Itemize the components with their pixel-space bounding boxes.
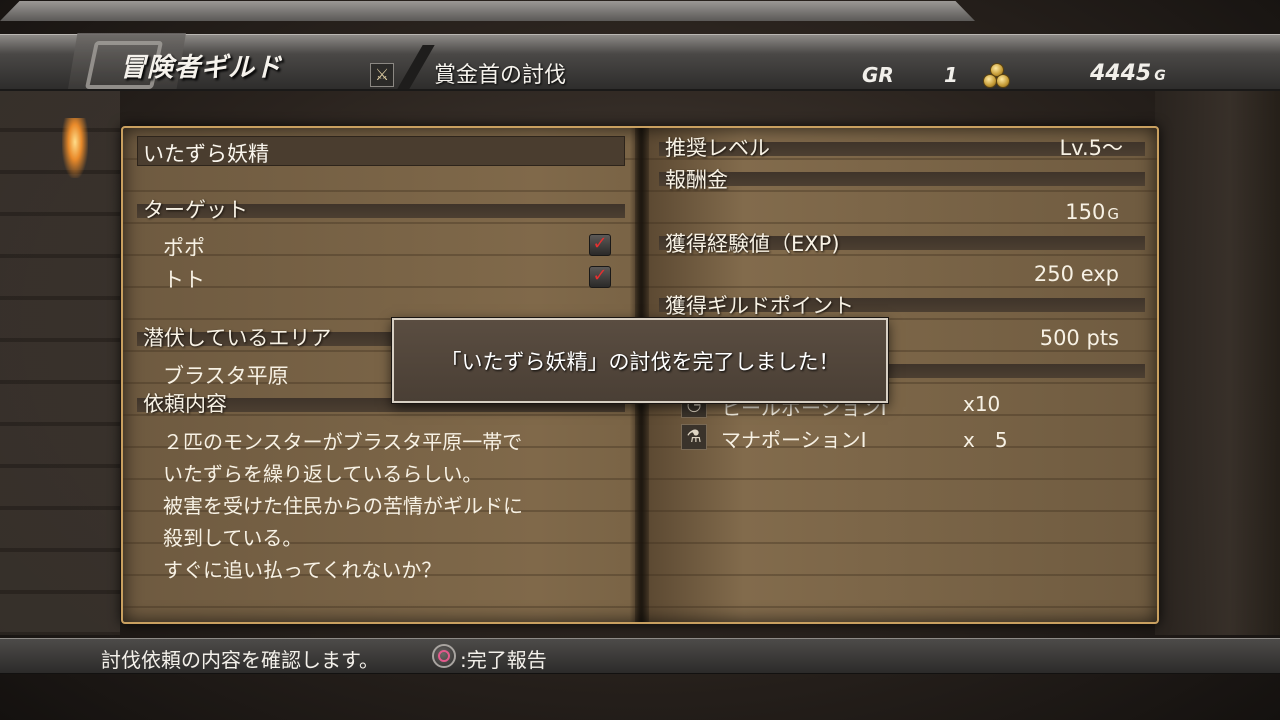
guild-points-label: 獲得ギルドポイント — [665, 294, 854, 318]
money-amount: 4445 — [1090, 61, 1152, 86]
guild-points-unit: pts — [1086, 326, 1119, 350]
request-text-line: 殺到している。 — [163, 526, 303, 550]
quest-category: 賞金首の討伐 — [434, 63, 567, 88]
completion-message: 「いたずら妖精」の討伐を完了しました！ — [440, 350, 840, 374]
coins-icon — [983, 63, 1010, 89]
header-bar: 冒険者ギルド ⚔ 賞金首の討伐 GR 1 4445 G — [0, 1, 1280, 91]
money-display: 4445 G — [1090, 61, 1166, 86]
background-wall-left — [0, 90, 120, 635]
checkmark-icon: ✓ — [589, 234, 611, 256]
request-text-line: 被害を受けた住民からの苦情がギルドに — [163, 494, 523, 518]
background-wall-right — [1155, 90, 1280, 635]
reward-money-amount: 150 — [1065, 200, 1106, 224]
complete-report-action[interactable]: :完了報告 — [460, 644, 547, 673]
exp-amount: 250 — [1033, 262, 1074, 286]
money-unit: G — [1154, 68, 1166, 84]
reward-item-name: マナポーションⅠ — [721, 428, 867, 452]
area-value: ブラスタ平原 — [163, 364, 289, 388]
reward-section-bar — [659, 172, 1145, 186]
guild-rank-value: 1 — [944, 63, 958, 87]
request-text-line: すぐに追い払ってくれないか？ — [163, 558, 442, 582]
request-text-line: ２匹のモンスターがブラスタ平原一帯で — [163, 430, 523, 454]
circle-button-icon[interactable] — [432, 644, 456, 668]
exp-label: 獲得経験値（EXP) — [665, 232, 840, 256]
flask-icon: ⚗ — [681, 424, 707, 450]
target-row: ポポ — [163, 236, 205, 260]
reward-money-value: 150 G — [1065, 200, 1119, 224]
recommended-level-value: Lv.5～ — [1059, 136, 1123, 160]
completion-dialog[interactable]: 「いたずら妖精」の討伐を完了しました！ — [392, 318, 888, 403]
footer-bar: 討伐依頼の内容を確認します。 :完了報告 — [0, 638, 1280, 674]
guild-points-amount: 500 — [1039, 326, 1080, 350]
header-divider — [397, 45, 435, 89]
target-label: ターゲット — [143, 198, 248, 222]
request-label: 依頼内容 — [143, 392, 227, 416]
quest-name: いたずら妖精 — [143, 142, 269, 166]
reward-money-unit: G — [1107, 205, 1119, 223]
reward-item-qty: x10 — [963, 392, 1001, 416]
sword-icon: ⚔ — [370, 63, 394, 87]
reward-money-label: 報酬金 — [665, 168, 728, 192]
footer-help-text: 討伐依頼の内容を確認します。 — [101, 648, 379, 672]
guild-points-value: 500 pts — [1040, 326, 1119, 350]
recommended-level-label: 推奨レベル — [665, 136, 770, 160]
exp-unit: exp — [1080, 262, 1119, 286]
torch-icon — [62, 118, 88, 178]
exp-value: 250 exp — [1034, 262, 1119, 286]
request-text-line: いたずらを繰り返しているらしい。 — [163, 462, 483, 486]
reward-item-qty: x 5 — [963, 428, 1008, 452]
guild-rank-label: GR — [862, 63, 894, 87]
area-label: 潜伏しているエリア — [143, 326, 332, 350]
header-tab — [0, 1, 975, 21]
target-row: トト — [163, 268, 205, 292]
checkmark-icon: ✓ — [589, 266, 611, 288]
page-title: 冒険者ギルド — [120, 53, 283, 83]
